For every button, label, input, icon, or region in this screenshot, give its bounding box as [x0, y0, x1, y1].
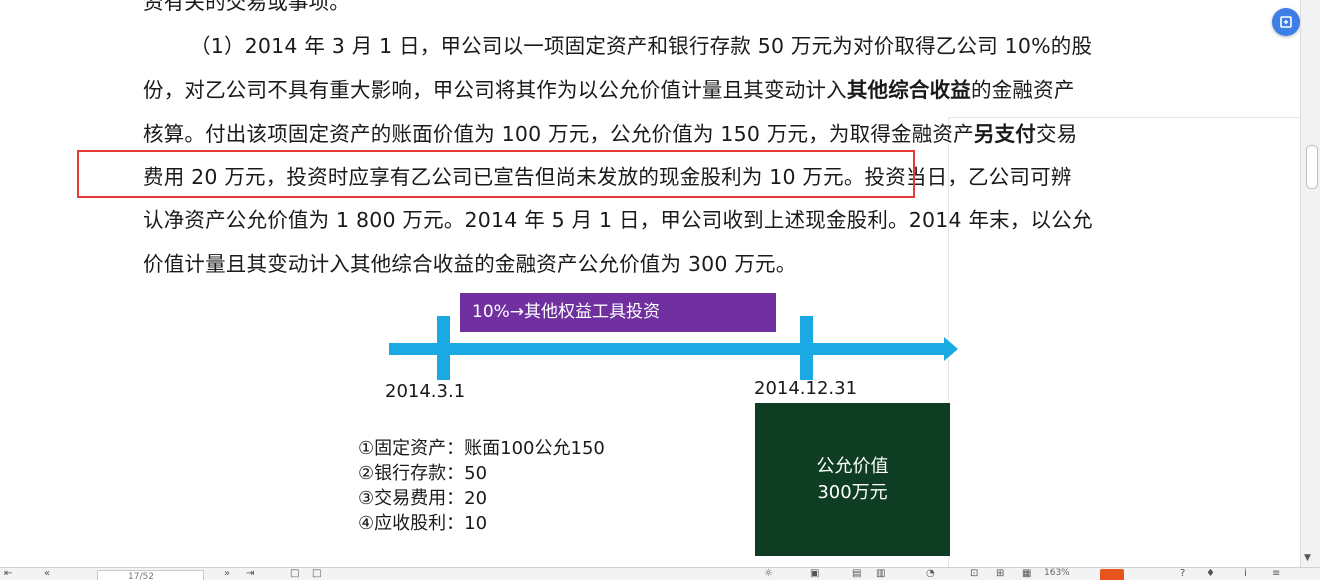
timeline-tick-end: [800, 316, 813, 380]
paragraph-line-3: 核算。付出该项固定资产的账面价值为 100 万元，公允价值为 150 万元，为取…: [143, 120, 1077, 148]
bold-text: 另支付: [973, 122, 1036, 146]
paragraph-line-1: （1）2014 年 3 月 1 日，甲公司以一项固定资产和银行存款 50 万元为…: [190, 34, 1093, 58]
paragraph-line-2: 份，对乙公司不具有重大影响，甲公司将其作为以公允价值计量且其变动计入其他综合收益…: [143, 76, 1075, 104]
equity-investment-banner: 10%→其他权益工具投资: [460, 293, 776, 332]
zoom-level[interactable]: 163%: [1044, 568, 1070, 578]
fair-value-amount: 300万元: [817, 481, 888, 503]
text-segment: 的金融资产: [971, 78, 1075, 102]
timeline-arrowhead: [944, 337, 958, 361]
nav-first-icon[interactable]: ⇤: [4, 568, 12, 580]
consideration-item-3: ③交易费用：20: [358, 488, 488, 509]
nav-last-icon[interactable]: ⇥: [246, 568, 254, 580]
paragraph-line-5: 认净资产公允价值为 1 800 万元。2014 年 5 月 1 日，甲公司收到上…: [143, 208, 1093, 232]
fair-value-title: 公允价值: [816, 455, 889, 477]
date-end-label: 2014.12.31: [754, 378, 858, 399]
rotate-icon[interactable]: ◔: [926, 568, 935, 580]
fair-value-box: 公允价值 300万元: [755, 403, 950, 556]
fit-page-icon[interactable]: ⊞: [996, 568, 1004, 580]
continuous-view-icon[interactable]: ▥: [876, 568, 885, 580]
app-logo-icon: [1100, 569, 1124, 580]
consideration-item-2: ②银行存款：50: [358, 463, 488, 484]
red-highlight-box: [77, 150, 915, 198]
single-page-icon[interactable]: □: [290, 568, 299, 580]
menu-icon[interactable]: ≡: [1272, 568, 1280, 580]
date-start-label: 2014.3.1: [385, 381, 466, 402]
zoom-icon[interactable]: ▦: [1022, 568, 1031, 580]
scrollbar-thumb[interactable]: [1306, 145, 1318, 189]
timeline-tick-start: [437, 316, 450, 380]
triangle-down-icon[interactable]: ▼: [1304, 553, 1311, 563]
vertical-scrollbar[interactable]: [1300, 0, 1320, 567]
nav-next-icon[interactable]: »: [224, 568, 230, 580]
view-mode-icon[interactable]: ▣: [810, 568, 819, 580]
double-page-icon[interactable]: □: [312, 568, 321, 580]
consideration-item-4: ④应收股利：10: [358, 513, 488, 534]
paragraph-line-0: 资有关的交易或事项。: [143, 0, 350, 14]
nav-prev-icon[interactable]: «: [44, 568, 50, 580]
text-segment: 份，对乙公司不具有重大影响，甲公司将其作为以公允价值计量且其变动计入: [143, 78, 847, 102]
text-segment: 交易: [1035, 122, 1078, 146]
bold-text: 其他综合收益: [846, 78, 972, 102]
fit-width-icon[interactable]: ⊡: [970, 568, 978, 580]
page-view-icon[interactable]: ▤: [852, 568, 861, 580]
paragraph-line-6: 价值计量且其变动计入其他综合收益的金融资产公允价值为 300 万元。: [143, 252, 797, 276]
info-icon[interactable]: i: [1244, 568, 1247, 580]
notification-icon[interactable]: ♦: [1206, 568, 1215, 580]
document-page: 资有关的交易或事项。 （1）2014 年 3 月 1 日，甲公司以一项固定资产和…: [0, 0, 1300, 567]
timeline-bar: [389, 343, 945, 355]
help-icon[interactable]: ?: [1180, 568, 1185, 580]
brightness-icon[interactable]: ☼: [764, 568, 773, 580]
convert-icon[interactable]: [1272, 8, 1300, 36]
status-bar: ⇤ « 17/52 » ⇥ □ □ ☼ ▣ ▤ ▥ ◔ ⊡ ⊞ ▦ 163% ?…: [0, 567, 1320, 580]
text-segment: 核算。付出该项固定资产的账面价值为 100 万元，公允价值为 150 万元，为取…: [143, 122, 974, 146]
consideration-item-1: ①固定资产：账面100公允150: [358, 438, 605, 459]
